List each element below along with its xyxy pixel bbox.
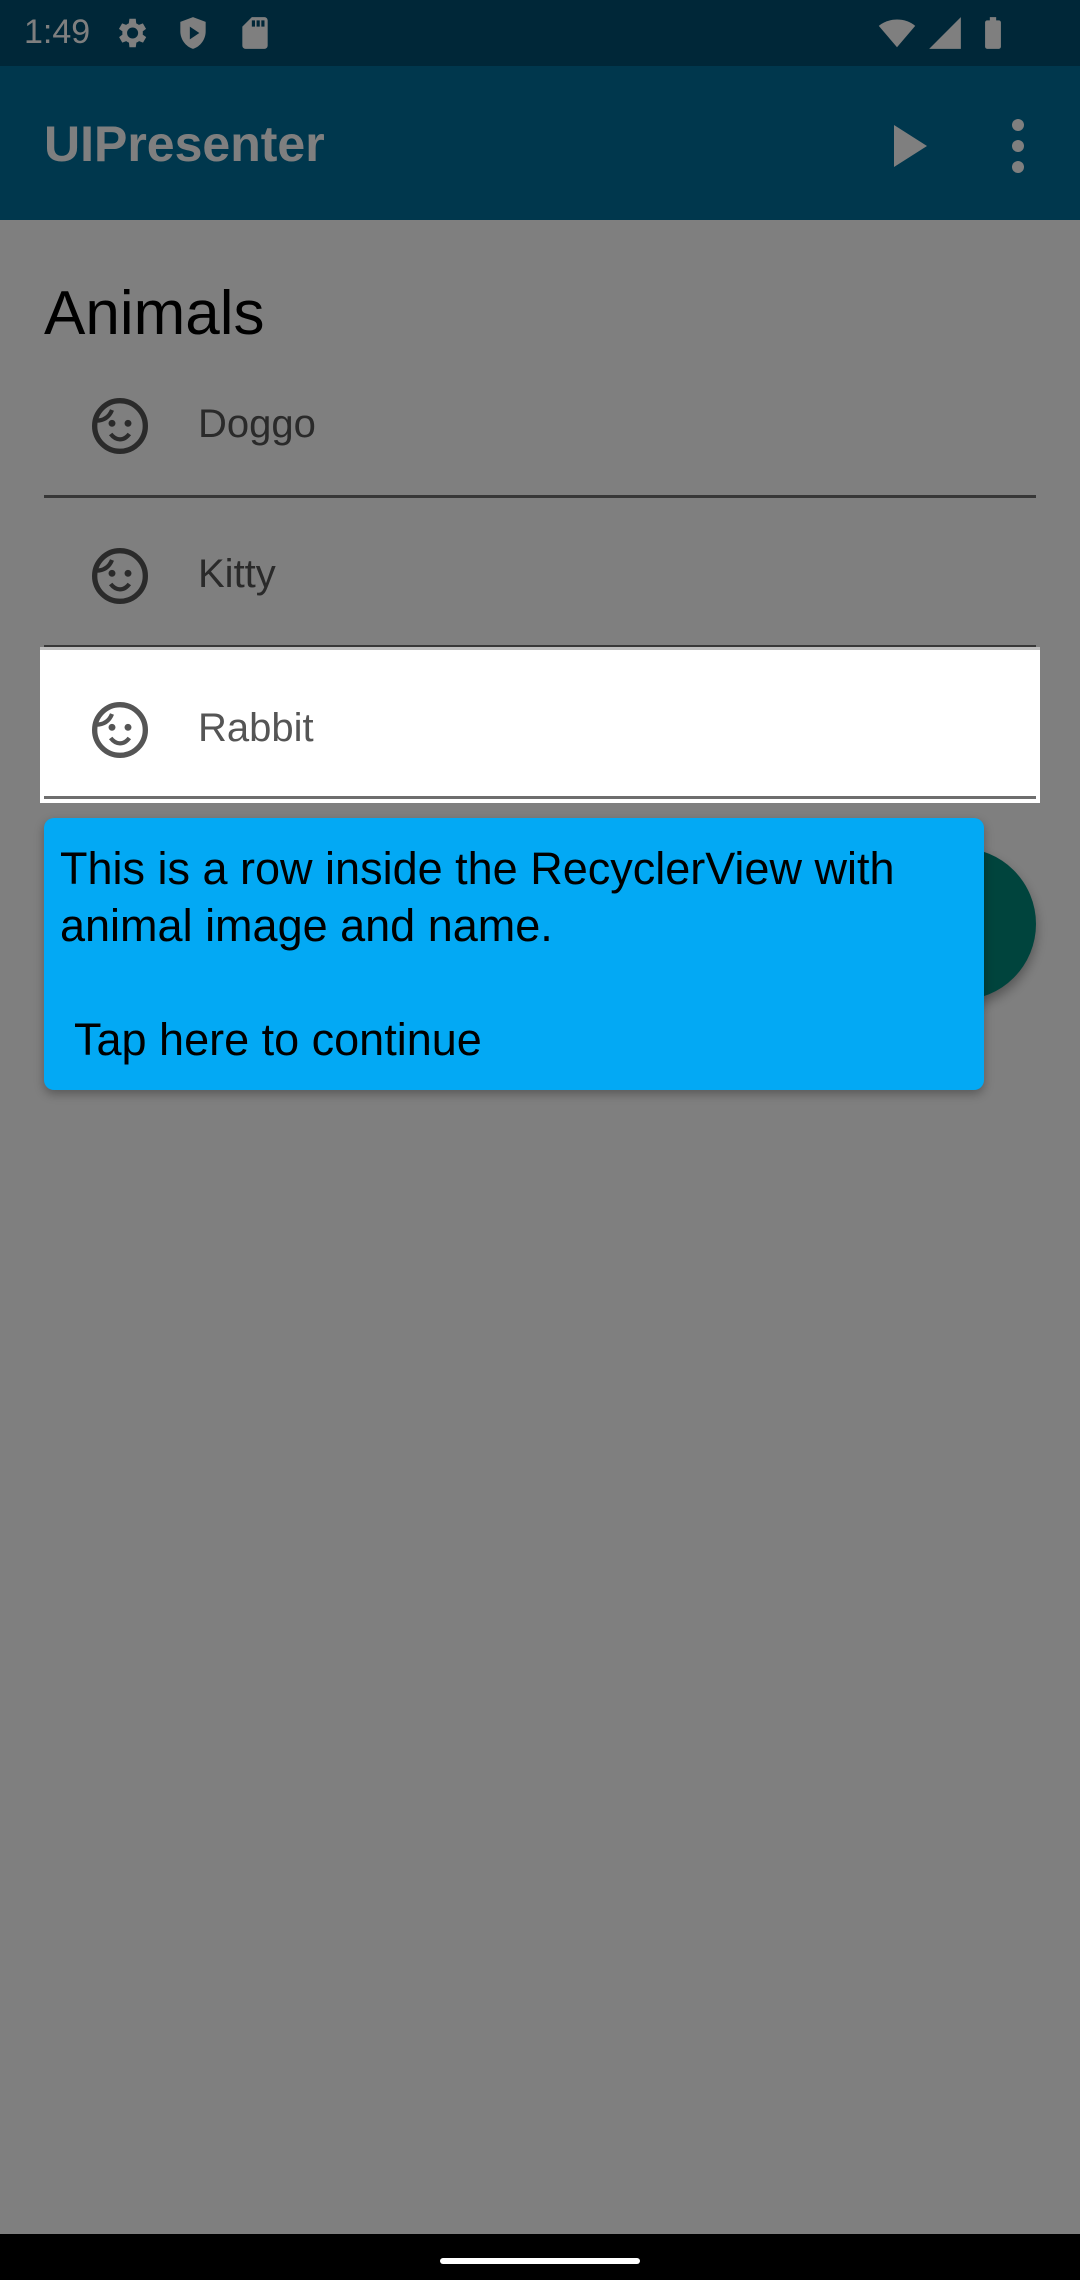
face-icon bbox=[92, 702, 148, 758]
tap-to-continue-button[interactable]: Tap here to continue bbox=[60, 1011, 968, 1068]
home-handle[interactable] bbox=[440, 2258, 640, 2264]
row-divider bbox=[44, 796, 1036, 799]
list-item-rabbit[interactable]: Rabbit bbox=[40, 647, 1040, 803]
navigation-bar bbox=[0, 2234, 1080, 2280]
tutorial-overlay[interactable] bbox=[0, 0, 1080, 2234]
list-item-label: Rabbit bbox=[198, 706, 314, 750]
tutorial-tooltip[interactable]: This is a row inside the RecyclerView wi… bbox=[44, 818, 984, 1090]
tooltip-text: This is a row inside the RecyclerView wi… bbox=[60, 843, 895, 951]
